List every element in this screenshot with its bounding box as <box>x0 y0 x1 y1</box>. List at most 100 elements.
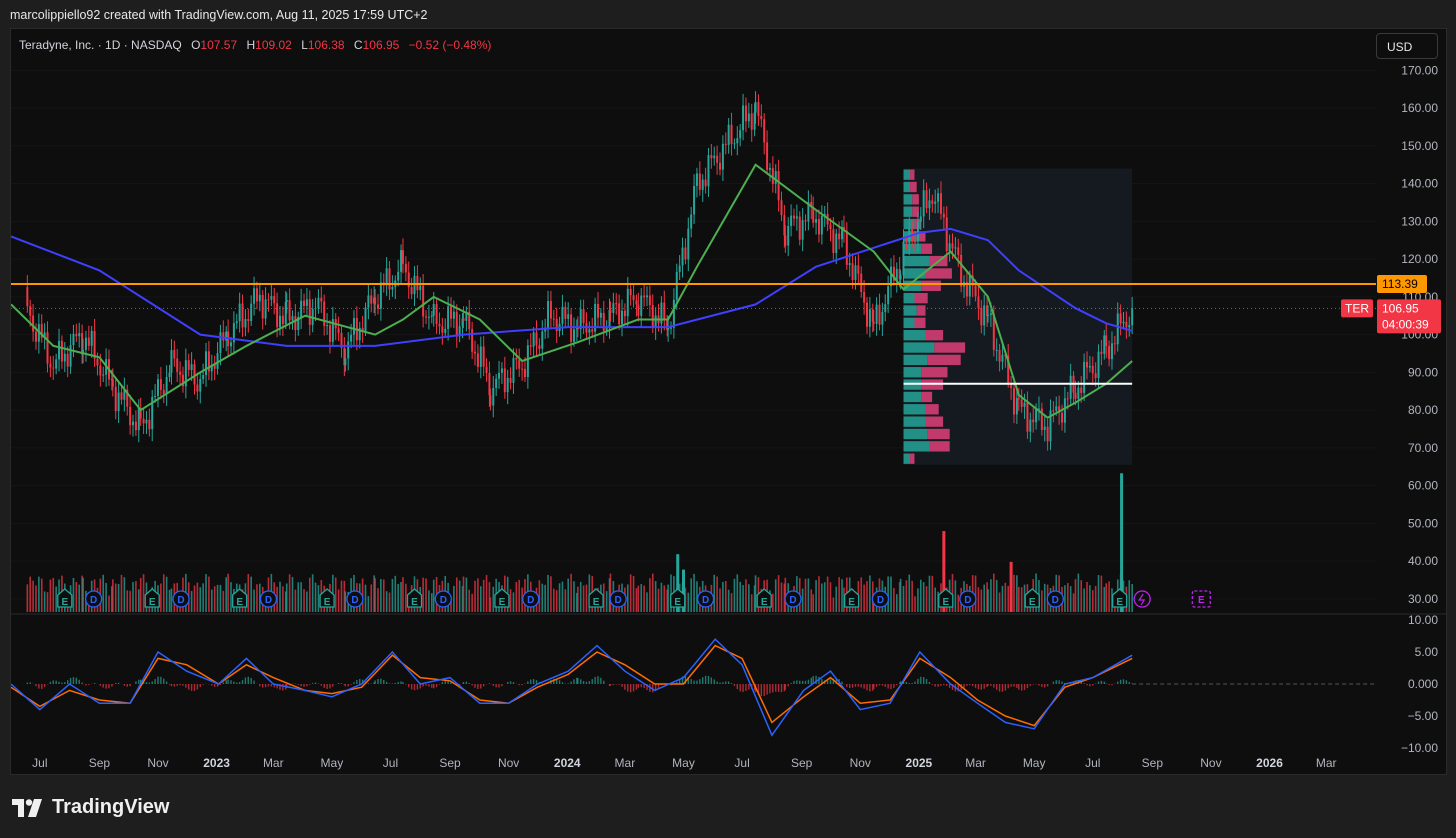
time-axis-tick: Jul <box>1085 756 1100 770</box>
macd-histogram-bar <box>344 684 347 687</box>
candle-body <box>430 315 433 317</box>
chart-attribution: marcolippiello92 created with TradingVie… <box>10 8 428 22</box>
macd-histogram-bar <box>854 684 857 687</box>
macd-histogram-bar <box>126 684 128 687</box>
symbol-name[interactable]: Teradyne, Inc. · 1D · NASDAQ <box>19 38 182 52</box>
macd-histogram-bar <box>570 681 572 684</box>
macd-histogram-bar <box>438 684 441 685</box>
macd-histogram-bar <box>332 684 334 687</box>
volume-bar <box>462 576 465 612</box>
candle-body <box>1086 361 1088 368</box>
candle-body <box>49 363 52 368</box>
candle-body <box>154 395 157 397</box>
candle-body <box>388 268 391 290</box>
macd-histogram-bar <box>498 684 500 688</box>
currency-button[interactable]: USD <box>1376 33 1438 59</box>
volume-profile-row-down <box>925 416 944 427</box>
candle-body <box>1046 426 1049 442</box>
candle-body <box>798 216 801 240</box>
candle-body <box>707 155 710 187</box>
volume-bar <box>453 585 455 612</box>
macd-histogram-bar <box>160 676 162 684</box>
macd-histogram-bar <box>940 684 942 686</box>
candle-body <box>790 215 793 226</box>
candle-body <box>1083 361 1086 393</box>
candle-body <box>623 310 626 317</box>
macd-histogram-bar <box>733 684 736 686</box>
macd-histogram-bar <box>893 684 895 688</box>
candle-body <box>602 312 605 331</box>
tradingview-logo[interactable]: TradingView <box>12 796 169 819</box>
candle-body <box>804 220 807 222</box>
candle-body <box>960 254 963 287</box>
volume-bar <box>142 574 145 612</box>
candle-body <box>541 331 544 349</box>
macd-histogram-bar <box>801 680 804 684</box>
candle-body <box>253 288 256 304</box>
candle-body <box>379 282 382 309</box>
candle-body <box>344 358 347 366</box>
candle-body <box>352 318 355 335</box>
volume-profile-row-down <box>914 317 926 329</box>
candle-body <box>422 285 425 317</box>
macd-histogram-bar <box>725 681 727 684</box>
candle-body <box>902 241 905 276</box>
volume-bar <box>213 586 216 612</box>
macd-histogram-bar <box>573 679 575 684</box>
macd-histogram-bar <box>518 684 520 686</box>
volume-bar <box>772 593 774 612</box>
macd-histogram-bar <box>763 684 765 696</box>
macd-histogram-bar <box>739 684 741 692</box>
macd-histogram-bar <box>435 684 438 688</box>
symbol-legend[interactable]: Teradyne, Inc. · 1D · NASDAQ O107.57 H10… <box>19 38 491 52</box>
macd-histogram-bar <box>78 679 80 684</box>
candle-body <box>419 285 422 291</box>
candle-body <box>63 353 66 362</box>
macd-histogram-bar <box>202 684 204 685</box>
macd-histogram-bar <box>480 684 482 689</box>
volume-profile-row-up <box>903 354 928 366</box>
candle-body <box>626 288 629 317</box>
candle-body <box>698 173 701 190</box>
volume-bar <box>190 591 193 612</box>
candle-body <box>663 302 666 320</box>
volume-bar <box>1066 582 1069 612</box>
candle-body <box>905 241 908 243</box>
macd-histogram-bar <box>55 680 57 684</box>
split-event-icon[interactable] <box>1133 590 1151 608</box>
macd-histogram-bar <box>710 677 713 684</box>
volume-bar <box>367 596 370 612</box>
candle-body <box>238 303 241 322</box>
candle-body <box>401 250 404 264</box>
volume-bar <box>49 579 52 612</box>
candle-body <box>323 301 326 327</box>
macd-histogram-bar <box>588 681 591 684</box>
volume-profile-row-up <box>903 292 915 304</box>
time-axis-tick: Sep <box>89 756 111 770</box>
price-chart-svg[interactable]: E D E D E D E D E D E D E D E D E D E D E D E D E E 170.00 160.00 1… <box>11 29 1446 774</box>
candle-body <box>678 265 681 272</box>
volume-bar <box>256 584 258 612</box>
macd-histogram-bar <box>748 684 750 690</box>
price-axis-tick: 90.00 <box>1408 365 1438 379</box>
volume-bar <box>1100 575 1103 612</box>
candle-body <box>1105 335 1108 347</box>
macd-histogram-bar <box>477 684 479 690</box>
volume-bar <box>739 581 741 612</box>
candle-body <box>492 387 495 406</box>
candle-body <box>114 386 117 412</box>
volume-bar <box>693 573 695 612</box>
volume-profile-row-up <box>903 404 926 415</box>
volume-bar <box>990 579 992 612</box>
candle-body <box>795 216 798 219</box>
volume-bar <box>919 579 922 612</box>
volume-profile-row-up <box>903 367 922 378</box>
macd-histogram-bar <box>640 684 642 688</box>
candle-body <box>1074 392 1077 399</box>
volume-profile-row-up <box>903 416 926 427</box>
chart-panel[interactable]: E D E D E D E D E D E D E D E D E D E D E D E D E E 170.00 160.00 1… <box>10 28 1447 775</box>
volume-bar <box>135 581 137 612</box>
candle-body <box>704 179 707 187</box>
macd-histogram-bar <box>793 680 795 684</box>
macd-histogram-bar <box>784 684 787 690</box>
